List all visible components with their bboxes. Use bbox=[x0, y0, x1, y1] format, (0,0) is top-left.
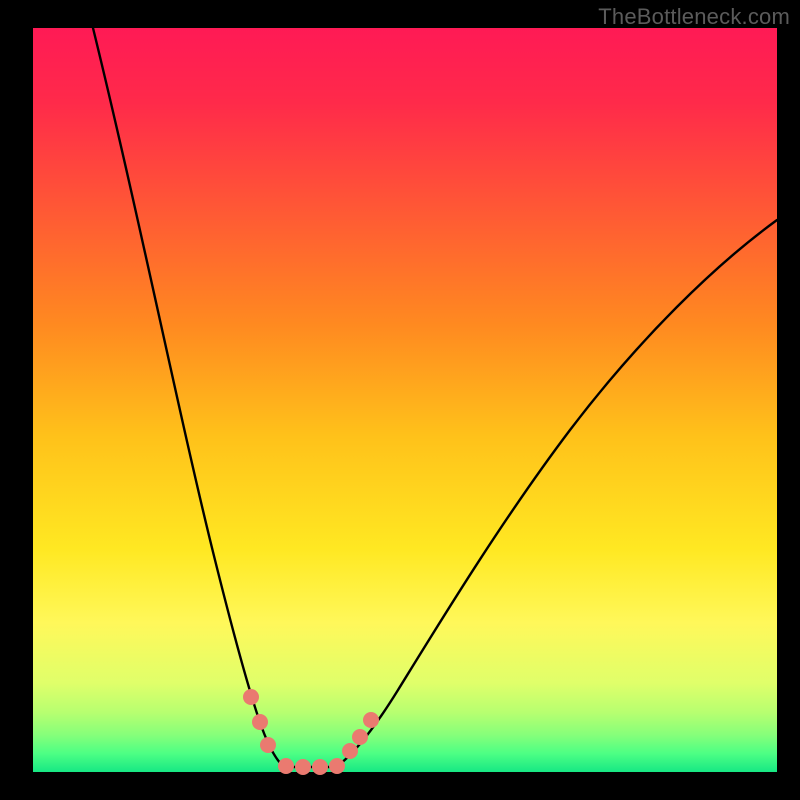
marker bbox=[312, 759, 328, 775]
marker bbox=[243, 689, 259, 705]
plot-area bbox=[33, 28, 777, 772]
bottleneck-chart-svg bbox=[0, 0, 800, 800]
marker bbox=[252, 714, 268, 730]
chart-container: TheBottleneck.com bbox=[0, 0, 800, 800]
marker bbox=[329, 758, 345, 774]
marker bbox=[352, 729, 368, 745]
marker bbox=[342, 743, 358, 759]
marker bbox=[363, 712, 379, 728]
watermark-text: TheBottleneck.com bbox=[598, 4, 790, 30]
marker bbox=[278, 758, 294, 774]
marker bbox=[260, 737, 276, 753]
marker bbox=[295, 759, 311, 775]
